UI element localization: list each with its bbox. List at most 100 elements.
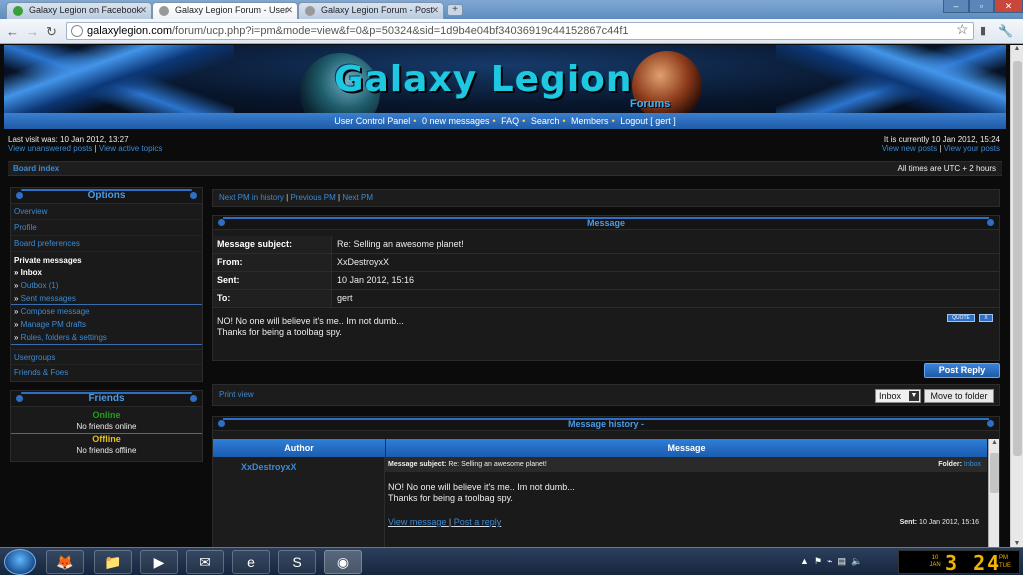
subject-value: Re: Selling an awesome planet! [337,239,464,249]
delete-button[interactable]: X [979,314,993,322]
start-button[interactable] [4,549,36,575]
galaxy-favicon-icon [13,6,23,16]
nav-members[interactable]: Members [571,116,609,126]
clock-ampm: PM [999,555,1008,561]
post-reply-button[interactable]: Post Reply [924,363,1000,378]
history-title-text[interactable]: Message history - [568,419,644,429]
taskbar-clock[interactable]: 10 JAN 3 24 PM TUE [898,550,1020,575]
move-to-folder-button[interactable]: Move to folder [924,389,994,403]
sidebar-item-usergroups[interactable]: Usergroups [11,349,202,365]
history-author-link[interactable]: XxDestroyxX [241,462,297,472]
nav-new-messages[interactable]: 0 new messages [422,116,490,126]
sent-label: Sent: [213,272,332,289]
history-links: View message | Post a reply [388,517,502,527]
sidebar-item-drafts[interactable]: » Manage PM drafts [11,318,202,331]
nav-ucp[interactable]: User Control Panel [334,116,410,126]
volume-icon[interactable]: 🔈 [851,556,862,566]
explorer-folder-icon[interactable]: 📁 [94,550,132,574]
author-column-header: Author [213,439,385,457]
new-posts-link[interactable]: View new posts [882,144,937,153]
nav-faq[interactable]: FAQ [501,116,519,126]
history-folder-link[interactable]: Inbox [964,461,981,468]
close-icon[interactable]: ✕ [285,3,293,18]
skype-icon[interactable]: S [278,550,316,574]
tab-facebook[interactable]: Galaxy Legion on Facebook ✕ [6,2,152,19]
sidebar-item-sent[interactable]: » Sent messages [11,292,202,305]
address-bar[interactable]: galaxylegion.com/forum/ucp.php?i=pm&mode… [66,22,974,40]
folder-select[interactable]: Inbox ▼ [875,389,921,403]
sidebar-item-compose[interactable]: » Compose message [11,305,202,318]
internet-explorer-icon[interactable]: e [232,550,270,574]
close-icon[interactable]: ✕ [431,3,439,18]
wrench-icon[interactable]: 🔧 [998,24,1013,38]
quote-button[interactable]: QUOTE [947,314,975,322]
chat-app-icon[interactable]: ✉ [186,550,224,574]
sidebar-item-profile[interactable]: Profile [11,220,202,236]
sidebar-item-rules[interactable]: » Rules, folders & settings [11,331,202,345]
scroll-down-icon[interactable]: ▼ [1011,540,1023,547]
nav-logout[interactable]: Logout [ gert ] [620,116,676,126]
previous-pm-link[interactable]: Previous PM [290,193,335,202]
print-view-link[interactable]: Print view [219,390,254,399]
reload-icon[interactable]: ↻ [46,24,57,40]
sidebar-item-inbox[interactable]: » Inbox [11,266,202,279]
tray-expand-icon[interactable]: ▲ [800,556,809,566]
active-topics-link[interactable]: View active topics [99,144,162,153]
forum-nav-bar: User Control Panel • 0 new messages • FAQ •… [4,113,1006,129]
pm-navigation-bar: Next PM in history | Previous PM | Next … [212,189,1000,207]
signal-bars-icon[interactable]: ▮ [980,24,986,37]
private-messages-label: Private messages [14,256,82,265]
nav-search[interactable]: Search [531,116,560,126]
history-scrollbar[interactable]: ▲ [988,439,999,547]
network-icon[interactable]: ▤ [837,556,846,566]
message-title-text: Message [586,218,626,228]
board-index-link[interactable]: Board index [13,162,59,176]
sidebar-item-outbox[interactable]: » Outbox (1) [11,279,202,292]
loading-favicon-icon [159,6,169,16]
minimize-icon[interactable]: ‒ [943,0,969,13]
sidebar-item-board-preferences[interactable]: Board preferences [11,236,202,252]
tab-forum-user[interactable]: Galaxy Legion Forum - User ✕ [152,2,298,19]
sidebar-item-overview[interactable]: Overview [11,204,202,220]
sidebar-item-friends-foes[interactable]: Friends & Foes [11,365,202,381]
message-panel: Message Message subject: Re: Selling an … [212,215,1000,361]
unanswered-posts-link[interactable]: View unanswered posts [8,144,92,153]
flag-icon[interactable]: ⚑ [814,556,822,566]
your-posts-link[interactable]: View your posts [944,144,1000,153]
clock-day: TUE [999,563,1011,569]
firefox-icon[interactable]: 🦊 [46,550,84,574]
media-player-icon[interactable]: ▶ [140,550,178,574]
next-pm-history-link[interactable]: Next PM in history [219,193,284,202]
history-body-line: NO! No one will believe it's me.. Im not… [388,482,575,492]
url-path: /forum/ucp.php?i=pm&mode=view&f=0&p=5032… [172,25,629,37]
corner-dot-icon [218,219,225,226]
history-subject-value: Re: Selling an awesome planet! [448,461,547,468]
window-close-icon[interactable]: ✕ [994,0,1023,13]
bookmark-star-icon[interactable]: ☆ [956,21,969,38]
clock-time: 3 24 [945,551,1002,575]
web-page: Galaxy Legion Forums User Control Panel •… [0,45,1010,547]
banner-streak-right [776,45,1006,113]
to-user-link[interactable]: gert [337,290,353,307]
power-icon[interactable]: ⌁ [827,556,832,566]
tab-forum-post[interactable]: Galaxy Legion Forum - Post ✕ [298,2,444,19]
post-a-reply-link[interactable]: Post a reply [454,517,502,527]
page-scroll-thumb[interactable] [1013,61,1022,456]
site-logo[interactable]: Galaxy Legion [334,59,633,100]
page-scrollbar[interactable]: ▲ ▼ [1010,45,1023,547]
message-body-line: NO! No one will believe it's me.. Im not… [217,316,404,326]
chrome-icon[interactable]: ◉ [324,550,362,574]
next-pm-link[interactable]: Next PM [342,193,373,202]
close-icon[interactable]: ✕ [139,3,147,18]
forward-arrow-icon[interactable]: → [26,24,39,39]
maximize-icon[interactable]: ▫ [969,0,994,13]
back-arrow-icon[interactable]: ← [6,24,19,39]
view-message-link[interactable]: View message [388,517,446,527]
field-subject: Message subject: Re: Selling an awesome … [213,236,999,254]
history-sent-value: 10 Jan 2012, 15:16 [919,519,979,526]
from-user-link[interactable]: XxDestroyxX [337,254,389,271]
history-scroll-thumb[interactable] [990,453,999,493]
chevron-down-icon: ▼ [909,391,919,401]
scroll-up-icon[interactable]: ▲ [1011,45,1023,52]
new-tab-button[interactable]: + [447,4,463,16]
